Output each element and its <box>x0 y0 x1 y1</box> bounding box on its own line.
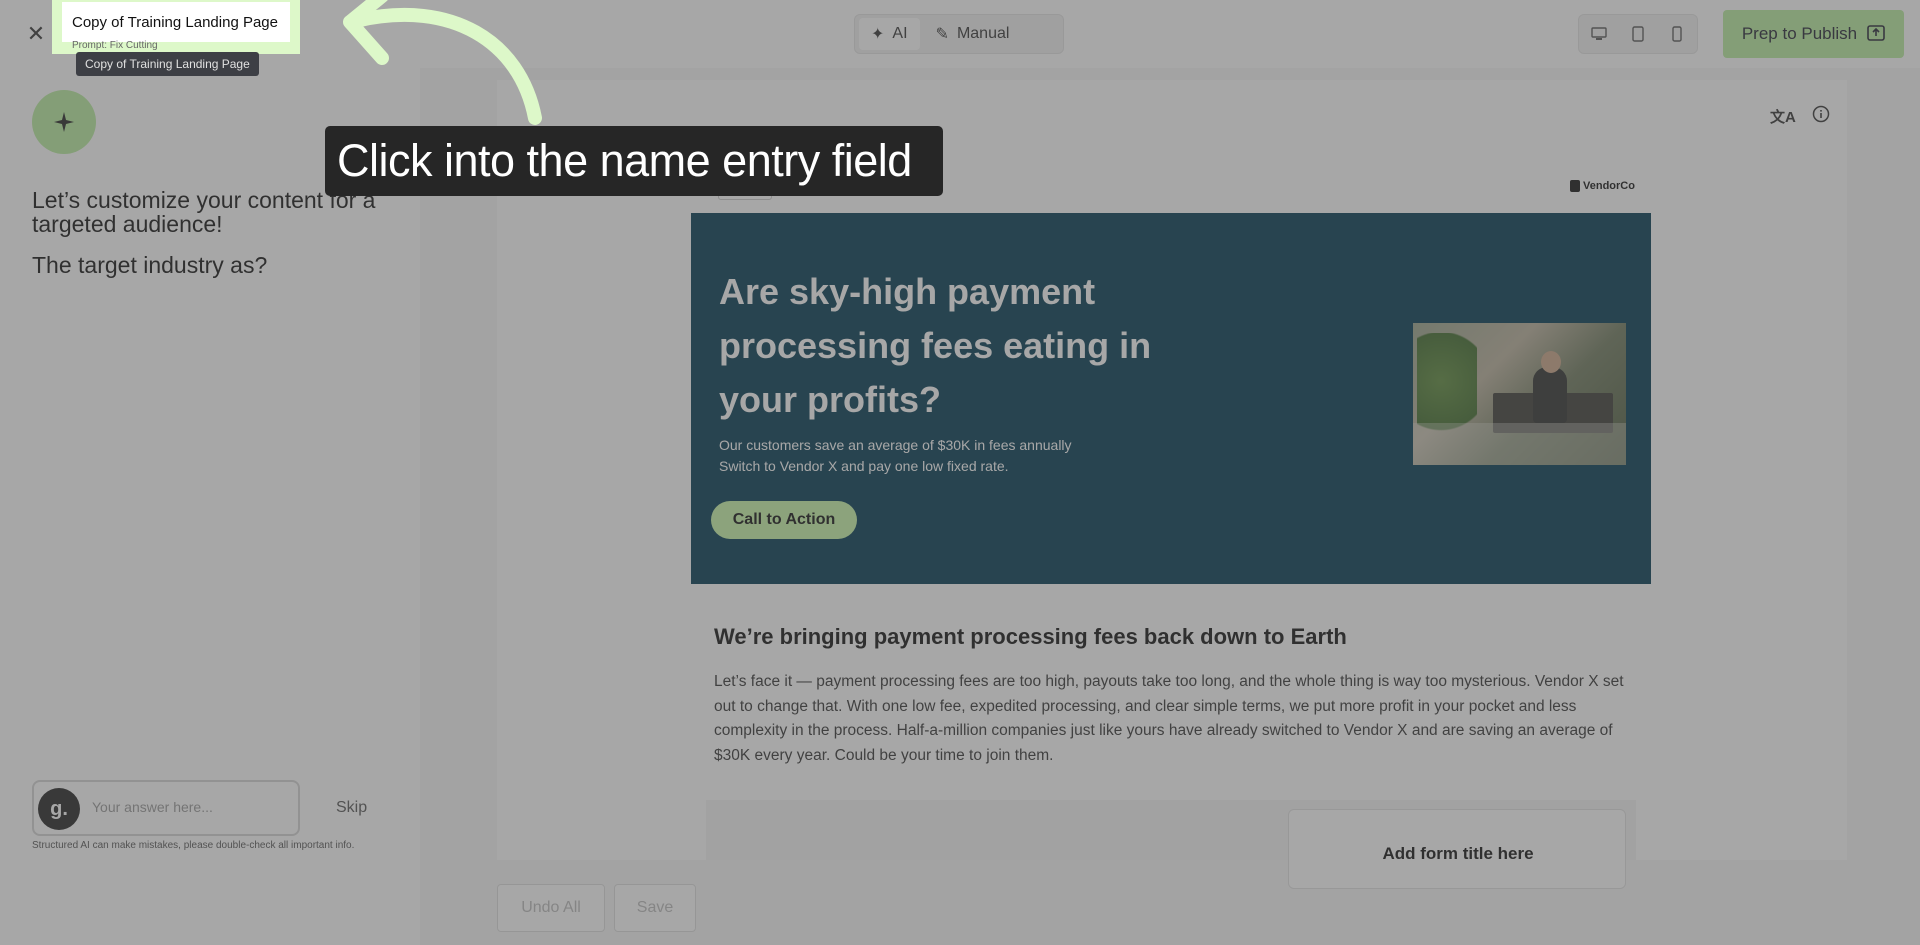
pointer-arrow-icon <box>343 0 542 125</box>
tutorial-overlay <box>0 0 1920 945</box>
name-entry-field[interactable] <box>62 2 290 42</box>
name-tooltip: Copy of Training Landing Page <box>76 52 259 76</box>
walkthrough-callout: Click into the name entry field <box>325 126 943 196</box>
name-field-subtext: Prompt: Fix Cutting <box>72 40 158 51</box>
walkthrough-instruction: Click into the name entry field <box>337 135 912 186</box>
